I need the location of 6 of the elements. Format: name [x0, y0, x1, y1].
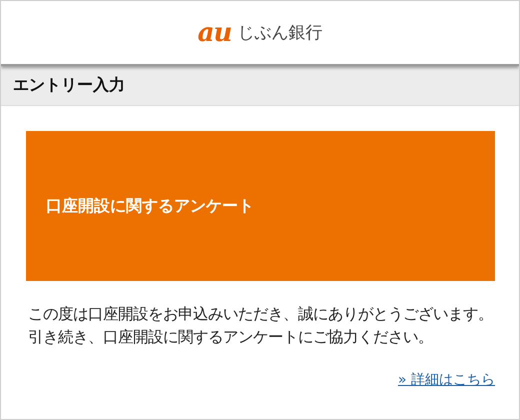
message-text: この度は口座開設をお申込みいただき、誠にありがとうございます。引き続き、口座開設に関するアンケートにご協力ください。: [28, 304, 494, 348]
details-link[interactable]: » 詳細はこちら: [398, 371, 495, 389]
section-title: エントリー入力: [1, 66, 519, 106]
logo-text: じぶん銀行: [237, 22, 322, 44]
survey-banner: 口座開設に関するアンケート: [26, 131, 495, 281]
logo-mark: au: [198, 20, 232, 46]
